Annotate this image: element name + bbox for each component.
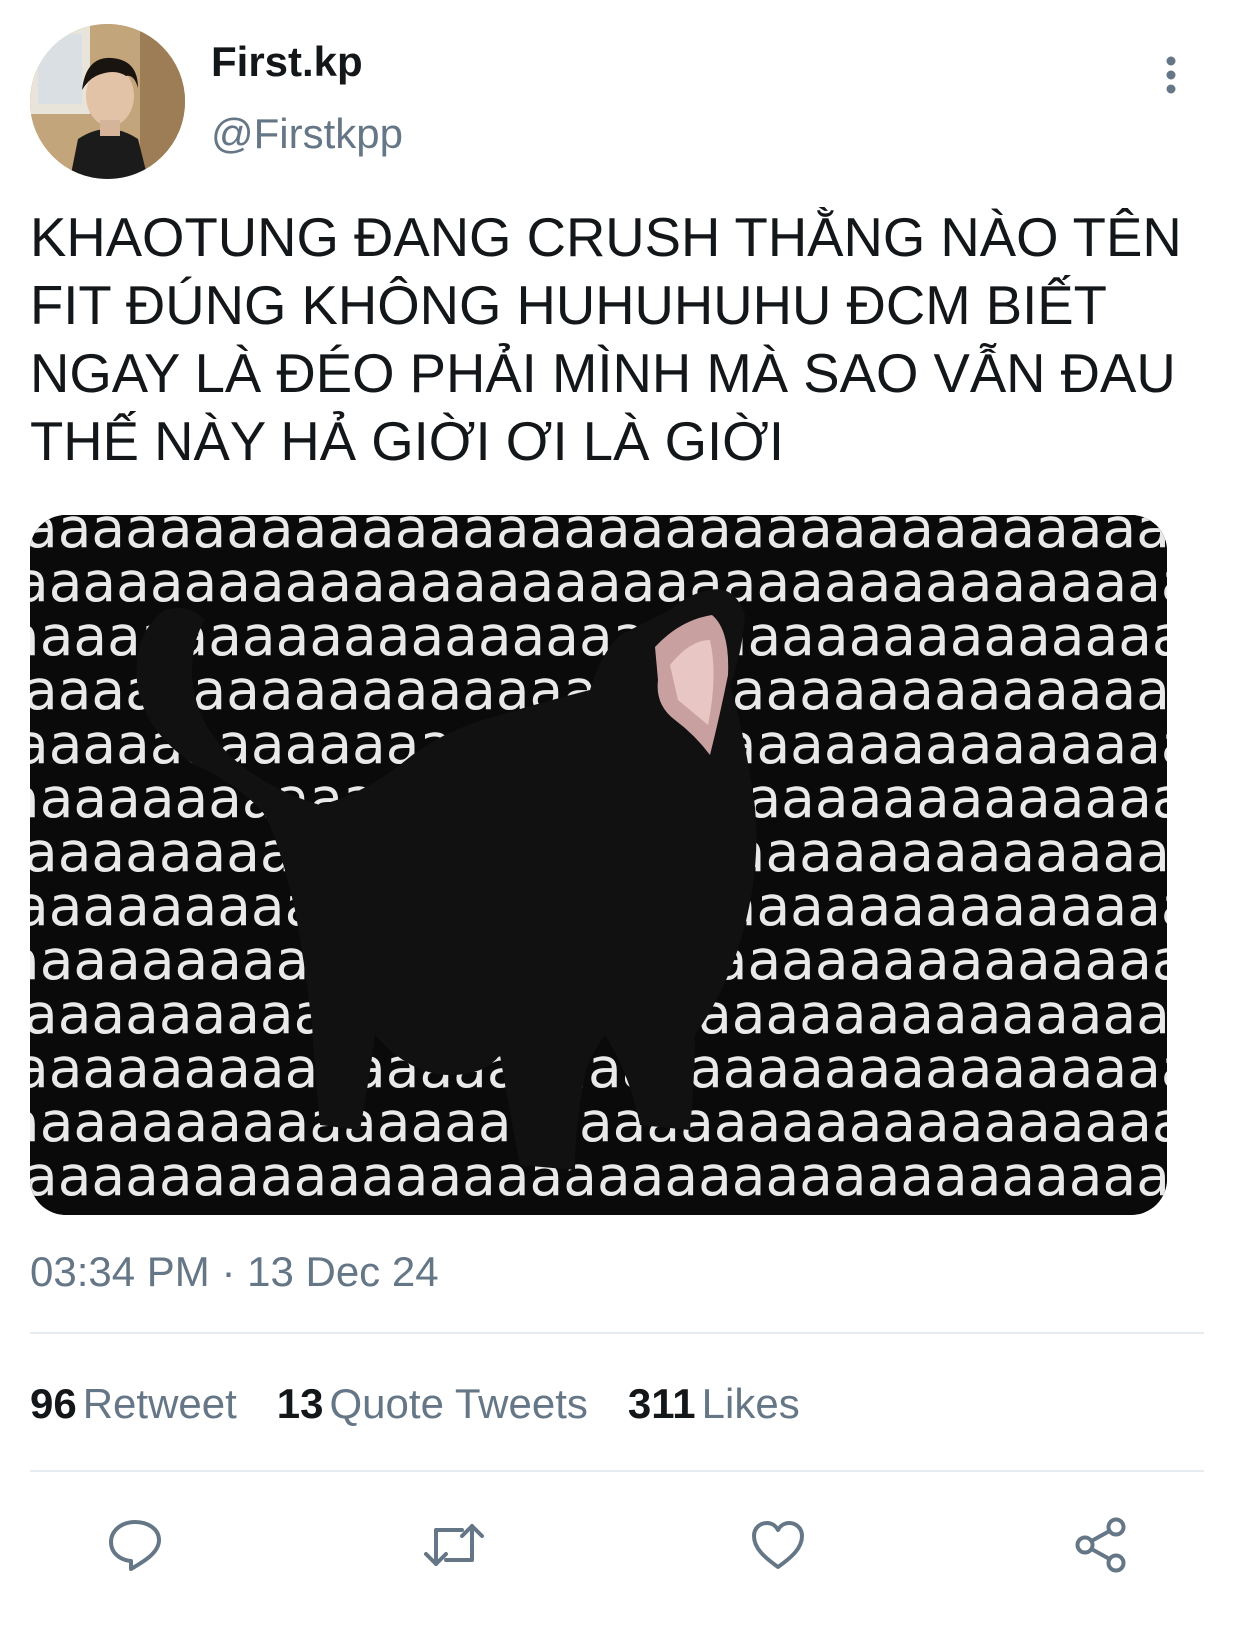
- divider-bottom: [30, 1470, 1204, 1472]
- likes-label: Likes: [701, 1380, 800, 1427]
- heart-icon: [752, 1521, 804, 1569]
- tweet-text: KHAOTUNG ĐANG CRUSH THẰNG NÀO TÊN FIT ĐÚ…: [30, 207, 1182, 472]
- tweet-media-image[interactable]: aaaaaaaaaaaaaaaaaaaaaaaaaaaaaaaaaa aaaaaa…: [30, 515, 1167, 1215]
- retweet-button[interactable]: [422, 1515, 486, 1575]
- likes-count: 311: [627, 1380, 696, 1427]
- profile-photo-icon: [30, 24, 185, 179]
- like-button[interactable]: [746, 1515, 810, 1575]
- quote-count-link[interactable]: 13 Quote Tweets: [277, 1376, 588, 1432]
- retweet-icon: [424, 1524, 484, 1566]
- reply-button[interactable]: [103, 1515, 167, 1575]
- tweet-timestamp[interactable]: 03:34 PM · 13 Dec 24: [30, 1246, 439, 1298]
- share-button[interactable]: [1069, 1515, 1133, 1575]
- retweet-label: Retweet: [82, 1380, 237, 1427]
- more-options-button[interactable]: [1150, 48, 1192, 102]
- user-handle[interactable]: @Firstkpp: [211, 108, 403, 160]
- reply-icon: [109, 1520, 161, 1571]
- quote-count: 13: [276, 1380, 324, 1427]
- black-cat-screaming-image: aaaaaaaaaaaaaaaaaaaaaaaaaaaaaaaaaa aaaaaa…: [30, 515, 1167, 1215]
- display-name[interactable]: First.kp: [211, 36, 363, 88]
- likes-count-link[interactable]: 311 Likes: [628, 1376, 800, 1432]
- retweet-count-link[interactable]: 96 Retweet: [30, 1376, 237, 1432]
- avatar[interactable]: [30, 24, 185, 179]
- retweet-count: 96: [30, 1380, 77, 1427]
- more-vertical-icon: [1166, 56, 1176, 94]
- share-icon: [1075, 1517, 1126, 1573]
- background-letter-row: aaaaaaaaaaaaaaaaaaaaaaaaaaaaaaaaaaaaaaaa: [30, 1144, 1167, 1208]
- divider-top: [30, 1332, 1204, 1334]
- tweet-stats: 96 Retweet 13 Quote Tweets 311 Likes: [30, 1376, 840, 1432]
- quote-label: Quote Tweets: [329, 1380, 588, 1427]
